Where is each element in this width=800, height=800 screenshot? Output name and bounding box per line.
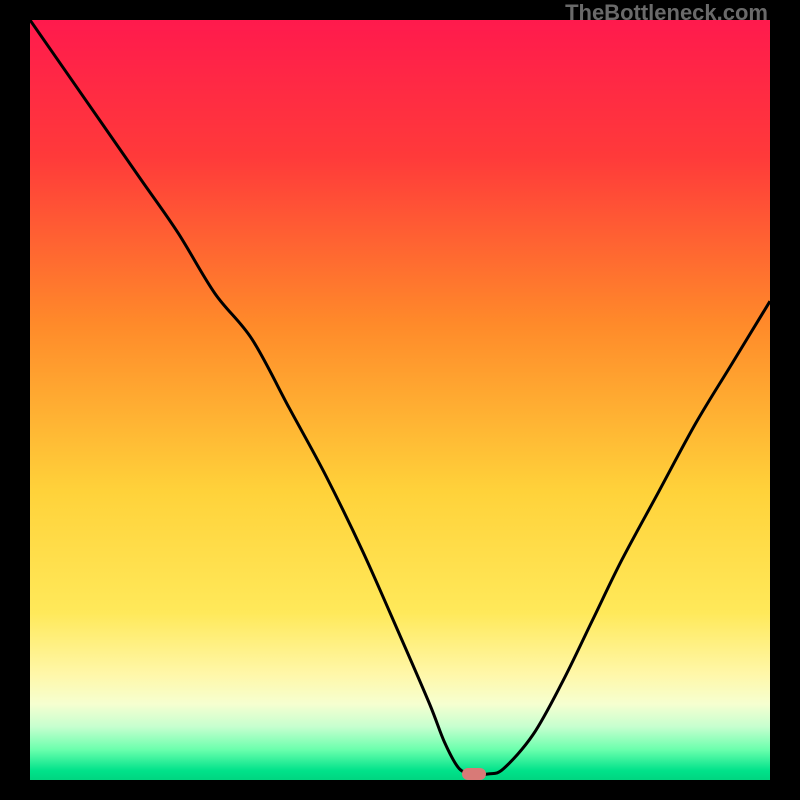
- chart-frame: TheBottleneck.com: [0, 0, 800, 800]
- bottleneck-curve: [30, 20, 770, 775]
- optimal-point-marker: [462, 768, 486, 780]
- curve-layer: [30, 20, 770, 780]
- plot-area: [30, 20, 770, 780]
